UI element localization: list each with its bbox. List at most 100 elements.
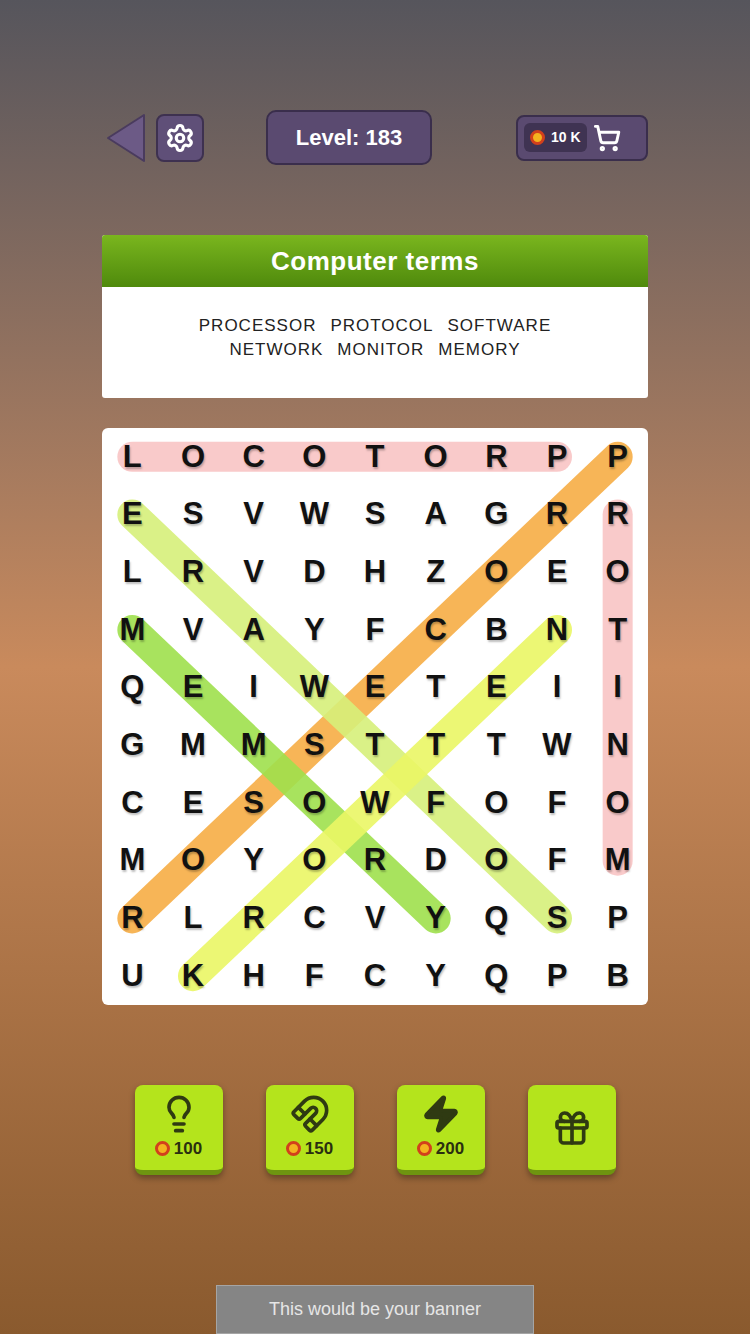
letter-cell[interactable]: V (163, 601, 224, 659)
letter-cell[interactable]: K (163, 947, 224, 1005)
letter-cell[interactable]: O (163, 832, 224, 890)
letter-cell[interactable]: H (345, 543, 406, 601)
letter-cell[interactable]: V (345, 890, 406, 948)
letter-cell[interactable]: S (223, 774, 284, 832)
letter-cell[interactable]: T (345, 428, 406, 486)
letter-cell[interactable]: R (345, 832, 406, 890)
letter-cell[interactable]: Y (405, 947, 466, 1005)
letter-cell[interactable]: I (223, 659, 284, 717)
letter-cell[interactable]: V (223, 543, 284, 601)
letter-cell[interactable]: E (466, 659, 527, 717)
letter-cell[interactable]: N (587, 717, 648, 775)
letter-cell[interactable]: O (163, 428, 224, 486)
letter-cell[interactable]: W (284, 659, 345, 717)
letter-cell[interactable]: R (587, 486, 648, 544)
letter-cell[interactable]: A (405, 486, 466, 544)
letter-cell[interactable]: W (345, 774, 406, 832)
hint-button[interactable]: 100 (135, 1085, 223, 1175)
letter-cell[interactable]: F (345, 601, 406, 659)
letter-cell[interactable]: F (284, 947, 345, 1005)
letter-cell[interactable]: O (466, 832, 527, 890)
letter-cell[interactable]: P (587, 890, 648, 948)
settings-button[interactable] (156, 114, 204, 162)
letter-cell[interactable]: Q (466, 947, 527, 1005)
letter-cell[interactable]: C (102, 774, 163, 832)
letter-cell[interactable]: M (163, 717, 224, 775)
letter-cell[interactable]: B (587, 947, 648, 1005)
letter-cell[interactable]: L (102, 428, 163, 486)
letter-cell[interactable]: T (345, 717, 406, 775)
letter-cell[interactable]: Q (102, 659, 163, 717)
letter-cell[interactable]: O (284, 832, 345, 890)
letter-cell[interactable]: M (587, 832, 648, 890)
letter-cell[interactable]: U (102, 947, 163, 1005)
letter-cell[interactable]: E (102, 486, 163, 544)
letter-cell[interactable]: E (527, 543, 588, 601)
letter-cell[interactable]: H (223, 947, 284, 1005)
coins-panel[interactable]: 10 K (516, 115, 648, 161)
letter-cell[interactable]: F (527, 832, 588, 890)
letter-cell[interactable]: F (527, 774, 588, 832)
letter-cell[interactable]: O (405, 428, 466, 486)
letter-cell[interactable]: T (405, 717, 466, 775)
letter-cell[interactable]: I (527, 659, 588, 717)
letter-cell[interactable]: O (466, 543, 527, 601)
letter-cell[interactable]: C (405, 601, 466, 659)
letter-cell[interactable]: N (527, 601, 588, 659)
letter-cell[interactable]: C (284, 890, 345, 948)
letter-cell[interactable]: M (102, 601, 163, 659)
back-arrow-icon[interactable] (104, 113, 146, 163)
letter-cell[interactable]: P (587, 428, 648, 486)
letter-cell[interactable]: V (223, 486, 284, 544)
letter-cell[interactable]: W (284, 486, 345, 544)
letter-cell[interactable]: T (405, 659, 466, 717)
letter-cell[interactable]: Q (466, 890, 527, 948)
letter-cell[interactable]: L (102, 543, 163, 601)
letter-cell[interactable]: T (587, 601, 648, 659)
letter-cell[interactable]: R (163, 543, 224, 601)
letter-cell[interactable]: E (163, 774, 224, 832)
letter-cell[interactable]: D (405, 832, 466, 890)
gift-button[interactable] (528, 1085, 616, 1175)
letter-cell[interactable]: T (466, 717, 527, 775)
letter-cell[interactable]: P (527, 947, 588, 1005)
letter-cell[interactable]: O (284, 428, 345, 486)
cart-icon[interactable] (593, 124, 621, 152)
magnet-button[interactable]: 150 (266, 1085, 354, 1175)
letter-cell[interactable]: R (466, 428, 527, 486)
letter-cell[interactable]: B (466, 601, 527, 659)
letter-cell[interactable]: W (527, 717, 588, 775)
letter-cell[interactable]: R (527, 486, 588, 544)
letter-cell[interactable]: E (345, 659, 406, 717)
letter-cell[interactable]: S (527, 890, 588, 948)
letter-cell[interactable]: G (466, 486, 527, 544)
letter-cell[interactable]: S (284, 717, 345, 775)
letter-cell[interactable]: O (587, 774, 648, 832)
letter-cell[interactable]: G (102, 717, 163, 775)
letter-cell[interactable]: Y (284, 601, 345, 659)
letter-cell[interactable]: L (163, 890, 224, 948)
letter-cell[interactable]: M (223, 717, 284, 775)
letter-cell[interactable]: E (163, 659, 224, 717)
letter-cell[interactable]: F (405, 774, 466, 832)
bolt-button[interactable]: 200 (397, 1085, 485, 1175)
letter-cell[interactable]: Z (405, 543, 466, 601)
letter-board[interactable]: LOCOTORPPESVWSAGRRLRVDHZOEOMVAYFCBNTQEIW… (102, 428, 648, 1005)
letter-cell[interactable]: Y (405, 890, 466, 948)
letter-cell[interactable]: I (587, 659, 648, 717)
letter-cell[interactable]: A (223, 601, 284, 659)
letter-cell[interactable]: S (345, 486, 406, 544)
letter-cell[interactable]: O (284, 774, 345, 832)
letter-cell[interactable]: S (163, 486, 224, 544)
letter-cell[interactable]: D (284, 543, 345, 601)
letter-cell[interactable]: O (466, 774, 527, 832)
ad-banner[interactable]: This would be your banner (216, 1285, 534, 1334)
letter-cell[interactable]: C (223, 428, 284, 486)
letter-cell[interactable]: O (587, 543, 648, 601)
letter-cell[interactable]: Y (223, 832, 284, 890)
letter-cell[interactable]: M (102, 832, 163, 890)
letter-cell[interactable]: R (102, 890, 163, 948)
letter-cell[interactable]: P (527, 428, 588, 486)
letter-cell[interactable]: R (223, 890, 284, 948)
letter-cell[interactable]: C (345, 947, 406, 1005)
